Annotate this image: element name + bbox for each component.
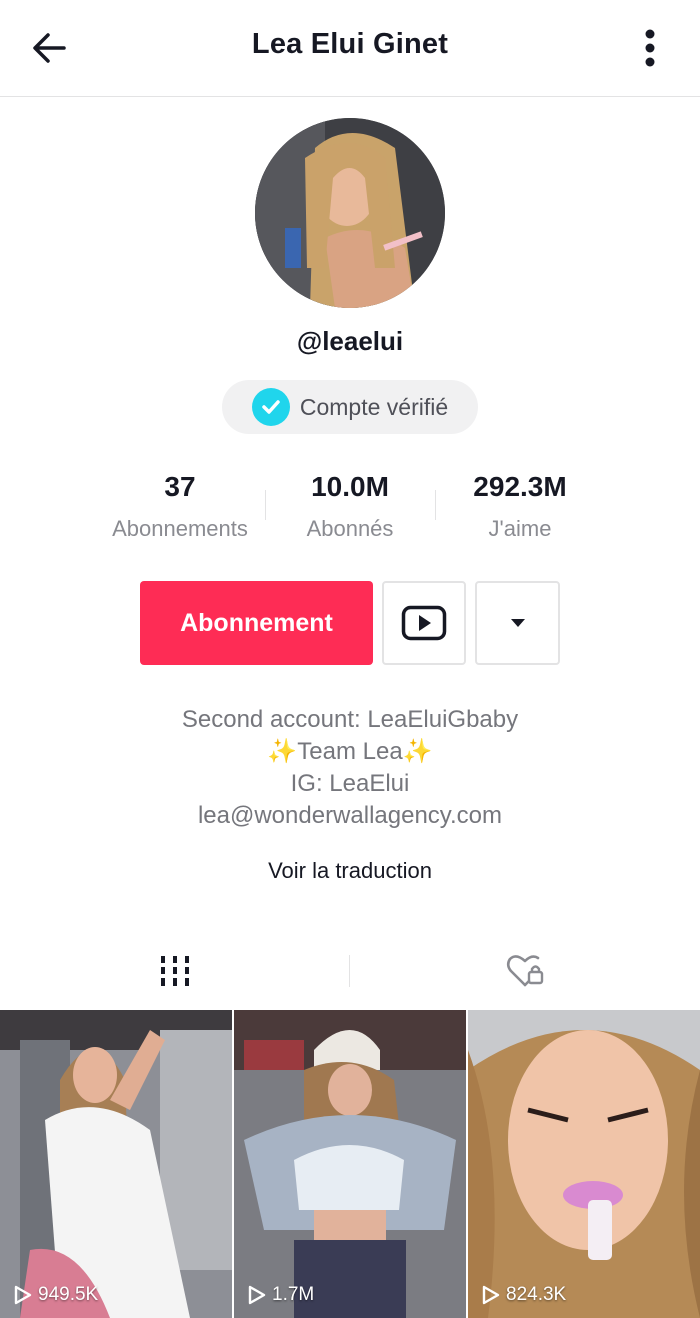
likes-label: J'aime — [488, 516, 552, 541]
verified-label: Compte vérifié — [299, 393, 449, 420]
youtube-icon — [401, 605, 447, 641]
followers-count: 10.0M — [311, 471, 389, 502]
play-icon — [482, 1285, 500, 1305]
verified-badge: Compte vérifié — [222, 380, 478, 434]
video-thumbnail[interactable]: 949.5K — [0, 1010, 232, 1318]
avatar[interactable] — [255, 118, 445, 308]
heart-lock-icon — [506, 955, 544, 987]
username: @leaelui — [296, 326, 404, 356]
view-count: 949.5K — [14, 1284, 98, 1306]
video-thumbnail[interactable]: 1.7M — [234, 1010, 466, 1318]
top-bar: Lea Elui Ginet — [0, 0, 700, 97]
likes-count: 292.3M — [473, 471, 567, 502]
suggested-accounts-dropdown[interactable] — [475, 581, 560, 665]
bio-email[interactable]: lea@wonderwallagency.com — [0, 800, 700, 832]
stat-likes[interactable]: 292.3M J'aime — [430, 468, 610, 542]
more-options-button[interactable] — [628, 24, 672, 72]
followers-label: Abonnés — [306, 516, 394, 541]
view-count-label: 824.3K — [506, 1284, 567, 1305]
tab-videos[interactable] — [0, 940, 350, 1002]
follow-button[interactable]: Abonnement — [140, 581, 373, 665]
more-vertical-icon — [645, 29, 655, 67]
youtube-button[interactable] — [382, 581, 466, 665]
following-label: Abonnements — [112, 516, 248, 541]
profile-stats: 37 Abonnements 10.0M Abonnés 292.3M J'ai… — [90, 468, 610, 548]
following-count: 37 — [164, 471, 196, 502]
play-icon — [14, 1285, 32, 1305]
stat-followers[interactable]: 10.0M Abonnés — [260, 468, 440, 542]
video-thumbnail[interactable]: 824.3K — [468, 1010, 700, 1318]
check-badge-icon — [251, 388, 290, 426]
page-title: Lea Elui Ginet — [251, 28, 449, 60]
view-count-label: 949.5K — [38, 1284, 99, 1305]
grid-icon — [161, 956, 189, 986]
bio-line: Second account: LeaEluiGbaby — [181, 706, 519, 733]
avatar-photo — [255, 118, 445, 308]
video-preview-image — [0, 1010, 232, 1318]
profile-bio: Second account: LeaEluiGbaby ✨Team Lea✨ … — [0, 704, 700, 832]
play-icon — [248, 1285, 266, 1305]
video-preview-image — [468, 1010, 700, 1318]
bio-line: IG: LeaElui — [290, 770, 410, 797]
bio-line: ✨Team Lea✨ — [267, 738, 433, 765]
video-preview-image — [234, 1010, 466, 1318]
see-translation-link[interactable]: Voir la traduction — [0, 858, 700, 884]
view-count: 824.3K — [482, 1284, 566, 1306]
view-count-label: 1.7M — [272, 1284, 315, 1305]
view-count: 1.7M — [248, 1284, 314, 1306]
stat-following[interactable]: 37 Abonnements — [90, 468, 270, 542]
caret-down-icon — [510, 619, 525, 627]
tab-liked-videos[interactable] — [350, 940, 700, 1002]
